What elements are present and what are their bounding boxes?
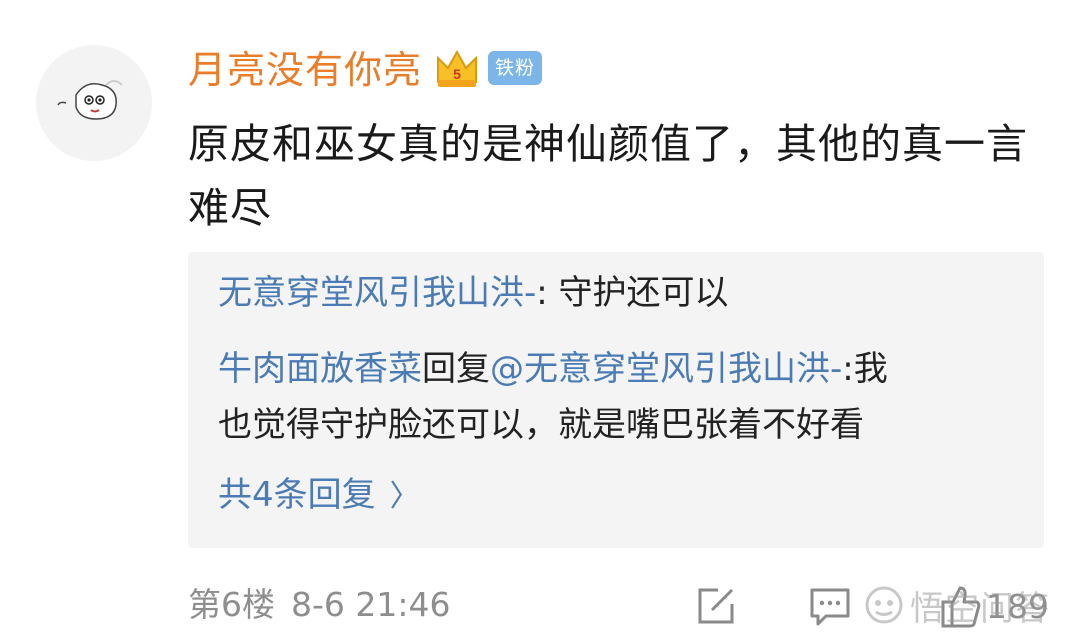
reply-text: 守护还可以 [558,273,729,313]
floor-number: 第6楼 [188,585,275,624]
avatar[interactable] [36,45,152,161]
reply-item: 牛肉面放香菜回复@无意穿堂风引我山洪-:我 [218,346,888,392]
reply-text: 我 [853,349,888,389]
watermark-logo-icon [865,586,903,624]
chevron-right-icon: 〉 [389,479,420,514]
comment-icon[interactable] [808,584,852,628]
reply-separator: : [536,273,559,313]
comment-meta: 第6楼 8-6 21:46 [188,582,451,628]
reply-mention[interactable]: @无意穿堂风引我山洪- [490,349,842,389]
reply-separator: : [842,349,854,389]
reply-item: 无意穿堂风引我山洪-: 守护还可以 [218,270,729,316]
username[interactable]: 月亮没有你亮 [188,44,422,96]
replies-box: 无意穿堂风引我山洪-: 守护还可以 牛肉面放香菜回复@无意穿堂风引我山洪-:我 … [188,252,1044,548]
svg-text:5: 5 [453,66,461,82]
fan-badge: 铁粉 [488,51,542,85]
avatar-image [36,45,152,161]
crown-icon: 5 [434,46,480,90]
like-icon[interactable] [940,582,982,630]
timestamp: 8-6 21:46 [291,585,451,624]
reply-text-continued: 也觉得守护脸还可以，就是嘴巴张着不好看 [218,405,864,445]
reply-author[interactable]: 牛肉面放香菜 [218,349,422,389]
more-replies-label: 共4条回复 [218,475,376,515]
edit-icon[interactable] [694,584,738,628]
more-replies-link[interactable]: 共4条回复〉 [218,472,420,520]
reply-action: 回复 [422,349,490,389]
comment-text: 原皮和巫女真的是神仙颜值了，其他的真一言难尽 [188,120,1028,232]
reply-author[interactable]: 无意穿堂风引我山洪- [218,273,536,313]
like-count: 189 [986,587,1049,626]
